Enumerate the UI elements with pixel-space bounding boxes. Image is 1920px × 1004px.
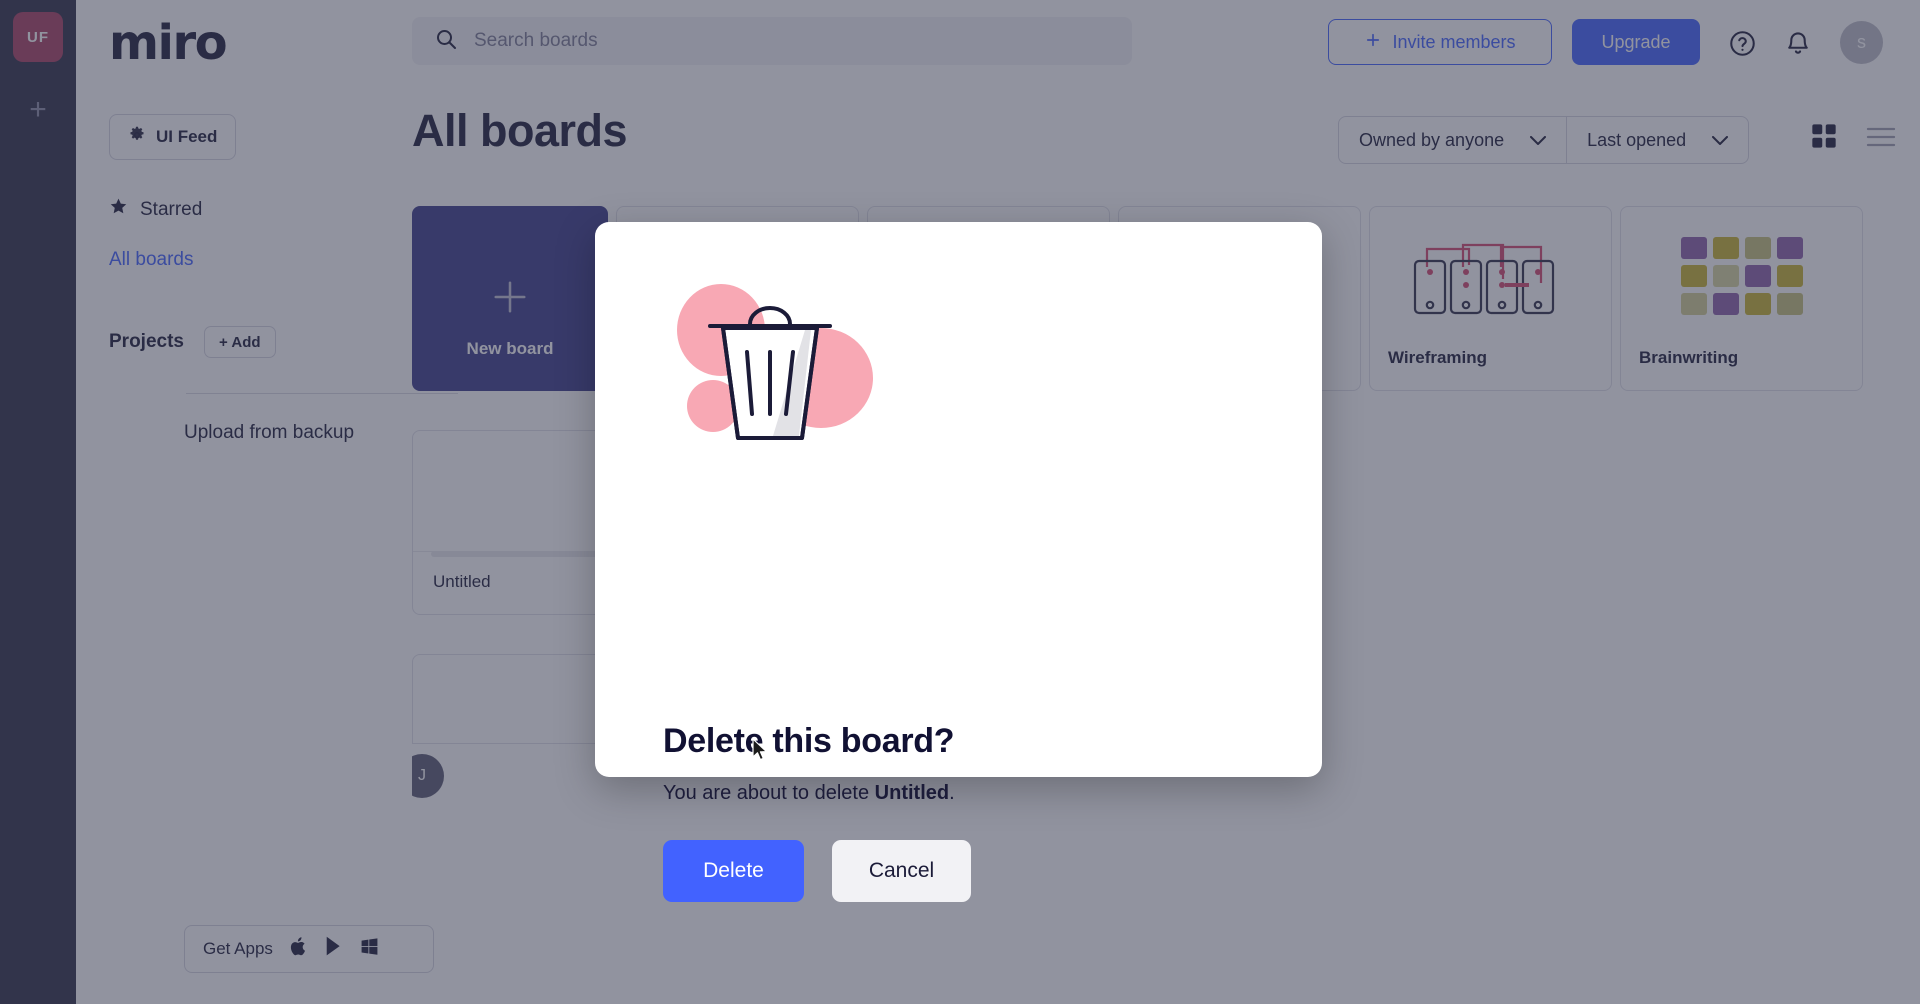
delete-button[interactable]: Delete [663, 840, 804, 902]
delete-board-dialog: Delete this board? You are about to dele… [595, 222, 1322, 902]
dialog-body-suffix: . [949, 782, 955, 804]
trash-can-illustration [655, 268, 885, 458]
dialog-board-name: Untitled [874, 782, 950, 804]
miro-dashboard-page: UF + miro UI Feed [0, 0, 1920, 1004]
dialog-body: You are about to delete Untitled. [663, 782, 955, 805]
dialog-title: Delete this board? [663, 722, 955, 760]
cancel-button[interactable]: Cancel [832, 840, 971, 902]
dialog-actions: Delete Cancel [663, 840, 971, 902]
mouse-cursor [752, 738, 769, 767]
dialog-body-prefix: You are about to delete [663, 782, 875, 804]
